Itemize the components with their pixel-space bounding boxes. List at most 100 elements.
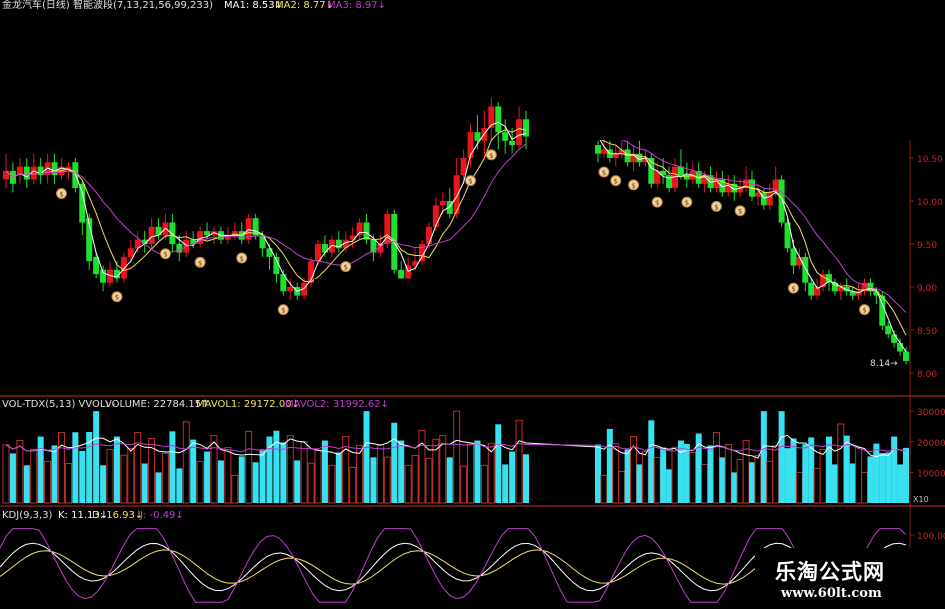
volume-bar-up bbox=[855, 447, 863, 504]
volume-bar-down bbox=[636, 464, 643, 503]
volume-bar-up bbox=[712, 432, 720, 504]
candle-up bbox=[287, 287, 294, 292]
volume-bar-down bbox=[879, 453, 886, 503]
volume-bar-down bbox=[523, 454, 529, 503]
volume-bar-up bbox=[383, 456, 391, 504]
candle-down bbox=[266, 248, 273, 257]
volume-bar-down bbox=[398, 440, 405, 503]
volume-bar-up bbox=[480, 464, 488, 504]
redaction-block-mid bbox=[314, 279, 630, 328]
volume-bar-down bbox=[259, 449, 266, 503]
volume-bar-down bbox=[760, 411, 767, 503]
volume-bar-up bbox=[612, 443, 620, 504]
volume-bar-up bbox=[641, 451, 649, 504]
volume-bar-up bbox=[328, 464, 336, 504]
volume-bar-down bbox=[677, 440, 684, 503]
candle-up bbox=[439, 201, 446, 206]
volume-bar-down bbox=[778, 411, 785, 503]
candle-up bbox=[516, 119, 523, 146]
candle-down bbox=[176, 244, 183, 253]
volume-bar-up bbox=[600, 474, 608, 504]
volume-bar-down bbox=[204, 451, 211, 503]
volume-bar-up bbox=[724, 444, 732, 504]
volume-bar-down bbox=[273, 430, 280, 503]
vol-tick-label: 10000 bbox=[917, 469, 945, 479]
candle-down bbox=[51, 162, 58, 176]
candle-up bbox=[315, 244, 321, 262]
vol-tick-label: 20000 bbox=[917, 439, 945, 449]
volume-bar-down bbox=[113, 436, 120, 503]
volume-bar-down bbox=[666, 469, 673, 503]
volume-bar-down bbox=[624, 449, 631, 503]
volume-bar-down bbox=[294, 460, 301, 503]
volume-bar-up bbox=[467, 443, 475, 504]
money-bag-glyph: $ bbox=[602, 169, 606, 177]
candle-down bbox=[321, 244, 328, 253]
volume-bar-up bbox=[515, 419, 523, 504]
candle-down bbox=[23, 166, 30, 180]
volume-bar-up bbox=[813, 467, 821, 504]
vol-indicator-name: VOL-TDX(5,13) VVOL: - bbox=[2, 399, 116, 410]
volume-bar-down bbox=[509, 451, 516, 503]
volume-bar-down bbox=[849, 463, 856, 503]
money-bag-glyph: $ bbox=[614, 178, 618, 186]
volume-bar-down bbox=[595, 444, 601, 503]
ma3-line bbox=[597, 136, 907, 313]
volume-bar-up bbox=[411, 455, 419, 504]
candle-down bbox=[502, 132, 509, 141]
volume-bar-down bbox=[683, 443, 690, 503]
volume-bar-up bbox=[861, 471, 869, 504]
volume-bar-up bbox=[618, 470, 626, 504]
volume-bar-down bbox=[23, 465, 30, 503]
volume-bar-down bbox=[719, 457, 726, 503]
candle-down bbox=[398, 269, 405, 279]
price-tick-label: 8.50 bbox=[917, 327, 937, 337]
volume-bar-down bbox=[873, 443, 880, 503]
money-bag-glyph: $ bbox=[685, 199, 689, 207]
volume-bar-up bbox=[2, 444, 10, 504]
volume-bar-up bbox=[736, 459, 744, 504]
volume-bar-up bbox=[196, 460, 204, 504]
volume-bar-down bbox=[190, 439, 197, 503]
money-bag-glyph: $ bbox=[115, 294, 119, 302]
vol-tick-label: 30000 bbox=[917, 408, 945, 418]
candle-up bbox=[120, 256, 127, 279]
price-tick-label: 9.00 bbox=[917, 284, 937, 294]
volume-bar-up bbox=[772, 444, 780, 504]
money-bag-glyph: $ bbox=[489, 152, 493, 160]
last-price-label: 8.14→ bbox=[870, 359, 898, 369]
candle-down bbox=[155, 226, 162, 236]
volume-bar-up bbox=[766, 460, 774, 504]
volume-bar-up bbox=[30, 448, 38, 504]
money-bag-glyph: $ bbox=[862, 307, 866, 315]
volume-bar-up bbox=[57, 432, 65, 504]
candle-down bbox=[897, 342, 904, 352]
candle-up bbox=[453, 175, 460, 214]
kdj-j-label: J: -0.49↓ bbox=[140, 510, 184, 521]
kdj-d-label: D: 16.93↓ bbox=[92, 510, 144, 521]
volume-bar-down bbox=[391, 422, 398, 503]
volume-bar-up bbox=[425, 457, 433, 504]
volume-bar-down bbox=[335, 452, 342, 503]
volume-bar-up bbox=[106, 448, 114, 504]
volume-bar-up bbox=[837, 423, 845, 504]
volume-bar-down bbox=[169, 431, 176, 503]
volume-bar-down bbox=[843, 435, 850, 503]
candle-down bbox=[495, 106, 502, 133]
volume-bar-up bbox=[453, 410, 461, 504]
watermark-name: 乐淘公式网 bbox=[775, 560, 885, 584]
candle-down bbox=[808, 282, 815, 296]
candle-up bbox=[405, 265, 412, 279]
mavol2-label: MAVOL2: 31992.62↓ bbox=[285, 399, 389, 410]
candle-up bbox=[766, 192, 773, 206]
volume-bar-up bbox=[245, 430, 253, 504]
volume-bar-down bbox=[707, 445, 714, 503]
volume-bar-up bbox=[120, 454, 128, 504]
ma1-line bbox=[597, 136, 907, 353]
volume-bar-down bbox=[802, 444, 809, 503]
volume-bar-down bbox=[238, 456, 245, 503]
volume-bar-down bbox=[474, 440, 481, 503]
volume-bar-down bbox=[446, 457, 453, 503]
volume-bar-down bbox=[784, 448, 791, 503]
volume-bar-down bbox=[280, 442, 287, 503]
